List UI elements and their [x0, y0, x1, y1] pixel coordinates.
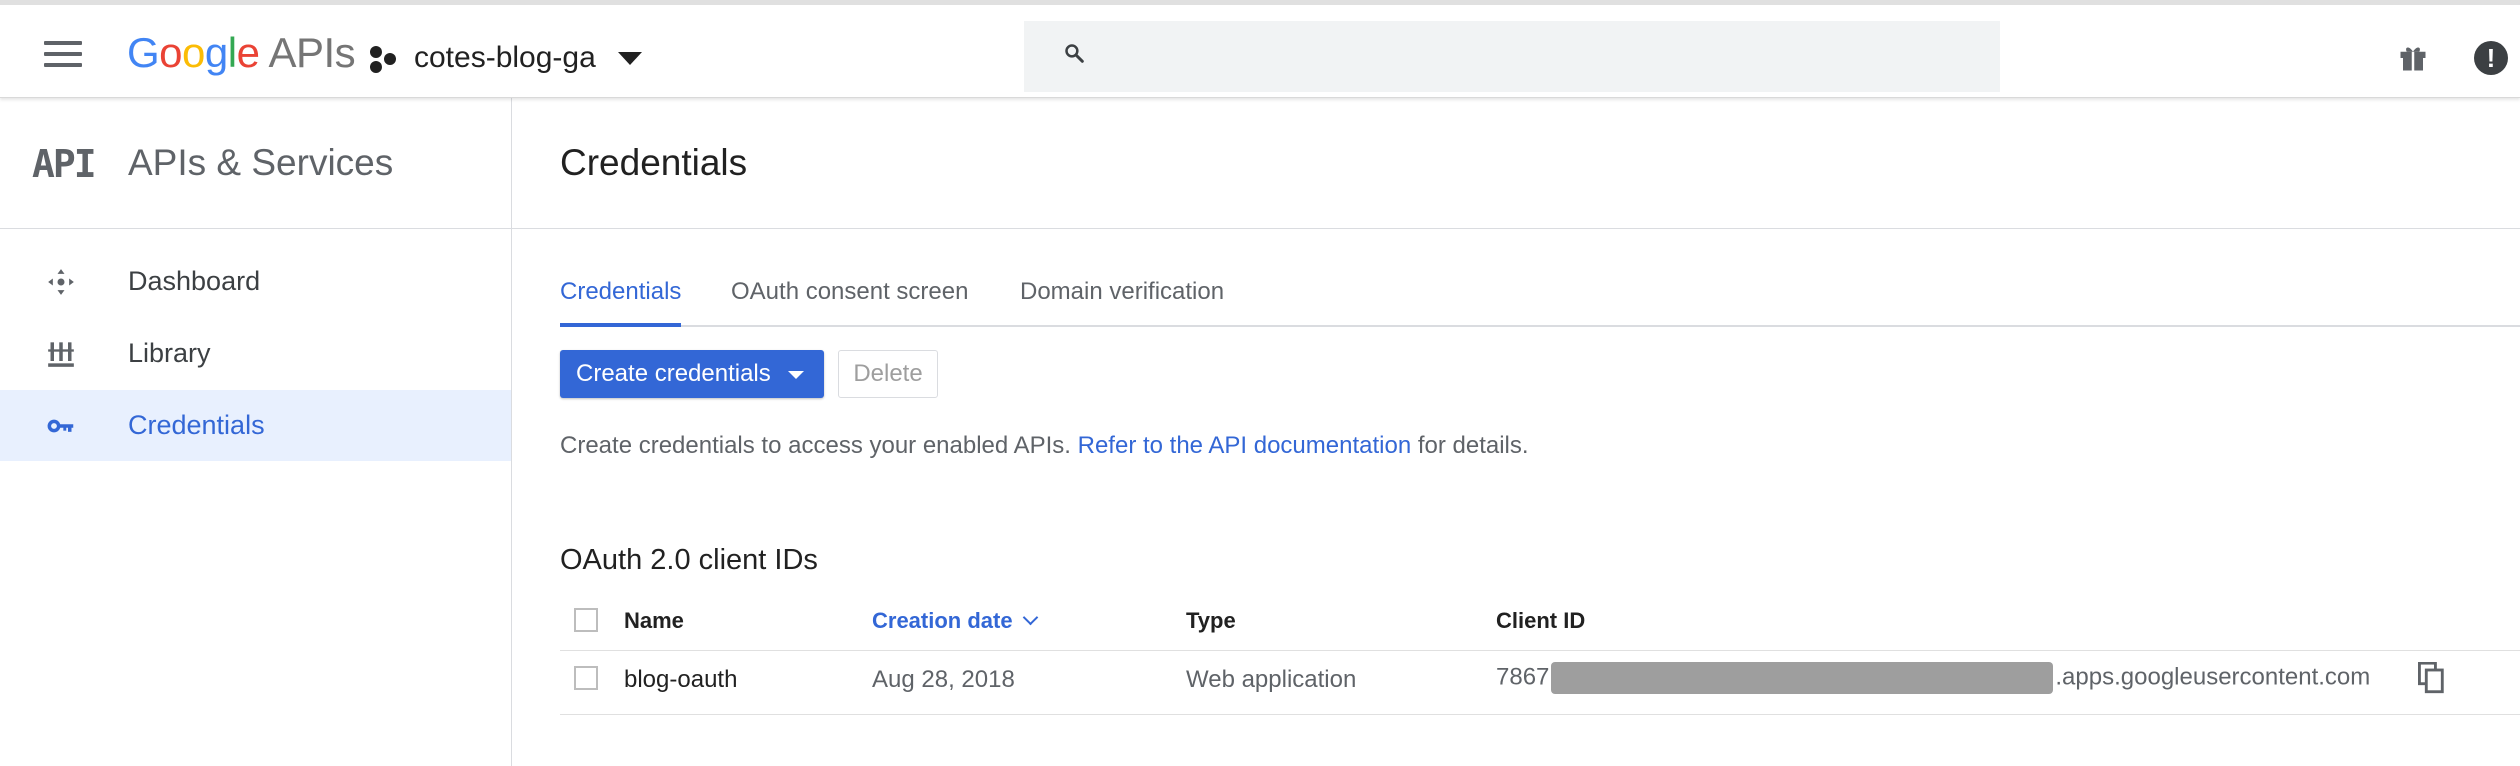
- cell-type: Web application: [1186, 666, 1357, 693]
- column-header-label: Creation date: [872, 608, 1013, 633]
- divider: [512, 228, 2520, 229]
- table-divider: [560, 714, 2520, 715]
- cell-client-id: 7867 .apps.googleusercontent.com: [1496, 662, 2370, 694]
- library-icon: [48, 342, 74, 367]
- select-all-checkbox[interactable]: [574, 608, 598, 632]
- column-header-client-id[interactable]: Client ID: [1496, 608, 1585, 634]
- search-input[interactable]: [1112, 39, 1976, 77]
- sidebar-item-dashboard[interactable]: Dashboard: [0, 246, 511, 317]
- client-id-suffix: .apps.googleusercontent.com: [2055, 663, 2371, 691]
- help-text-before: Create credentials to access your enable…: [560, 432, 1078, 459]
- cell-creation-date: Aug 28, 2018: [872, 666, 1015, 693]
- sidebar-item-label: Library: [128, 338, 211, 368]
- project-icon: [370, 44, 398, 73]
- chevron-down-icon: [617, 51, 642, 65]
- tab-credentials[interactable]: Credentials: [560, 278, 682, 327]
- sort-descending-icon: [1022, 609, 1038, 626]
- page-title: Credentials: [560, 142, 748, 183]
- dashboard-icon: [48, 269, 74, 295]
- section-title: OAuth 2.0 client IDs: [560, 544, 818, 576]
- tab-oauth-consent-screen[interactable]: OAuth consent screen: [731, 278, 968, 323]
- search-bar[interactable]: [1024, 21, 2000, 92]
- gift-icon[interactable]: [2398, 43, 2428, 73]
- project-selector[interactable]: cotes-blog-ga: [370, 35, 642, 81]
- main-content: Credentials Credentials OAuth consent sc…: [512, 98, 2520, 766]
- cell-name[interactable]: blog-oauth: [624, 666, 737, 694]
- copy-icon[interactable]: [2418, 662, 2446, 694]
- sidebar-item-credentials[interactable]: Credentials: [0, 390, 511, 461]
- column-header-creation-date[interactable]: Creation date: [872, 608, 1038, 634]
- tab-domain-verification[interactable]: Domain verification: [1020, 278, 1224, 323]
- sidebar-header: API APIs & Services: [0, 98, 511, 229]
- logo-letter: g: [204, 29, 228, 76]
- sidebar: API APIs & Services Dashboard Library Cr…: [0, 98, 512, 766]
- logo-letter: G: [127, 29, 160, 76]
- help-text-after: for details.: [1411, 432, 1529, 459]
- sidebar-item-label: Credentials: [128, 410, 265, 440]
- delete-button[interactable]: Delete: [838, 350, 938, 398]
- logo-letter: e: [236, 29, 260, 76]
- sidebar-item-library[interactable]: Library: [0, 318, 511, 389]
- key-icon: [47, 419, 74, 433]
- logo-letter: o: [159, 29, 183, 76]
- table-divider: [560, 650, 2520, 651]
- project-name: cotes-blog-ga: [414, 41, 596, 74]
- help-text: Create credentials to access your enable…: [560, 432, 1529, 460]
- row-checkbox[interactable]: [574, 666, 598, 690]
- column-header-type[interactable]: Type: [1186, 608, 1236, 634]
- redacted-client-id: [1551, 662, 2054, 694]
- api-documentation-link[interactable]: Refer to the API documentation: [1078, 432, 1412, 459]
- google-apis-logo[interactable]: Google APIs: [127, 29, 356, 77]
- api-logo-icon: API: [32, 142, 97, 186]
- tab-bar: Credentials OAuth consent screen Domain …: [560, 278, 2520, 327]
- alert-icon[interactable]: !: [2474, 41, 2508, 75]
- search-icon[interactable]: [1064, 43, 1084, 63]
- top-bar: Google APIs cotes-blog-ga !: [0, 0, 2520, 98]
- logo-product: APIs: [268, 29, 356, 76]
- create-credentials-button[interactable]: Create credentials: [560, 350, 824, 398]
- logo-letter: o: [182, 29, 205, 76]
- column-header-name[interactable]: Name: [624, 608, 684, 634]
- client-id-prefix: 7867: [1496, 663, 1550, 691]
- create-credentials-label: Create credentials: [576, 360, 771, 387]
- sidebar-item-label: Dashboard: [128, 266, 261, 296]
- dropdown-caret-icon: [788, 371, 804, 379]
- sidebar-title: APIs & Services: [128, 142, 394, 183]
- logo-letter: l: [227, 29, 237, 76]
- menu-icon[interactable]: [44, 41, 82, 69]
